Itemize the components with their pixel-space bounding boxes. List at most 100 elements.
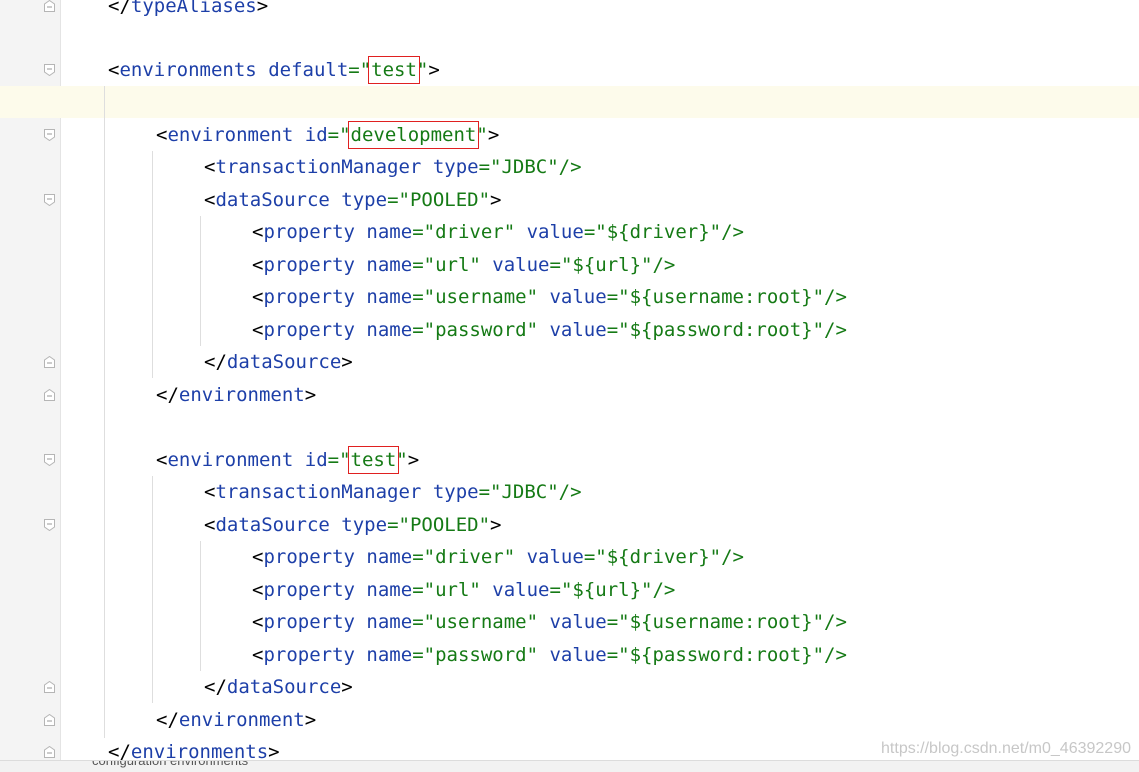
punct: =" [412,644,436,666]
breadcrumb-path[interactable]: configuration environments [92,761,248,768]
punct: " [469,254,493,276]
code-line[interactable]: </dataSource> [204,671,353,703]
punct: " [526,319,550,341]
attr-name: name [366,644,413,666]
indent-guide [200,216,201,346]
fold-start-icon[interactable] [44,129,55,141]
attr-value: driver [435,221,504,243]
breadcrumb[interactable]: configuration environments [0,760,1139,772]
punct: =" [549,254,573,276]
attr-value: password [435,644,527,666]
tag-name: typeAliases [130,0,257,17]
tag-name: environment [167,124,294,146]
punct: " [469,579,493,601]
punct: "/> [709,221,744,243]
punct: < [252,546,264,568]
fold-end-icon[interactable] [44,681,55,693]
punct: "/> [547,156,582,178]
code-line[interactable]: <environments default="test"> [108,54,440,86]
fold-start-icon[interactable] [44,64,55,76]
tag-name: dataSource [226,676,342,698]
attr-value: ${driver} [606,221,710,243]
code-line[interactable]: <dataSource type="POOLED"> [204,184,502,216]
attr-value: url [435,579,470,601]
punct: < [204,514,216,536]
code-line[interactable]: <environment id="test"> [156,444,419,476]
punct: =" [327,449,351,471]
punct: > [407,449,420,471]
punct: < [252,611,264,633]
punct: =" [606,286,630,308]
punct: </ [108,741,131,760]
attr-name: value [549,611,607,633]
fold-start-icon[interactable] [44,519,55,531]
punct: > [428,59,440,81]
code-line[interactable]: <environment id="development"> [156,119,499,151]
code-line[interactable]: <property name="password" value="${passw… [252,639,847,671]
code-editor[interactable]: </typeAliases> <environments default="te… [0,0,1139,760]
punct: " [478,514,491,536]
punct: " [416,59,429,81]
code-line[interactable]: <dataSource type="POOLED"> [204,509,502,541]
code-line[interactable]: <property name="url" value="${url}"/> [252,574,675,606]
fold-start-icon[interactable] [44,194,55,206]
tag-name: environments [119,59,257,81]
punct: </ [204,676,227,698]
fold-start-icon[interactable] [44,454,55,466]
punct: =" [478,156,502,178]
code-line[interactable]: </typeAliases> [108,0,268,22]
tag-name: environment [167,449,294,471]
punct: </ [108,0,131,17]
fold-end-icon[interactable] [44,0,55,12]
punct: "/> [812,319,847,341]
code-line[interactable]: </environment> [156,379,316,411]
code-line[interactable]: <property name="driver" value="${driver}… [252,216,744,248]
attr-value: ${url} [572,254,642,276]
code-line[interactable]: <property name="url" value="${url}"/> [252,249,675,281]
tag-name: dataSource [215,189,330,211]
attr-name: value [549,644,607,666]
punct: > [256,0,269,17]
attr-name: name [366,221,413,243]
punct: =" [412,221,436,243]
tag-name: property [263,319,355,341]
tag-name: property [263,286,355,308]
tag-name: property [263,221,355,243]
code-line[interactable]: </environment> [156,704,316,736]
tag-name: environment [178,384,305,406]
tag-name: transactionManager [215,156,422,178]
code-line[interactable]: </environments> [108,736,280,760]
punct: "/> [641,254,676,276]
punct: < [204,189,216,211]
code-line[interactable]: <property name="username" value="${usern… [252,606,847,638]
fold-end-icon[interactable] [44,746,55,758]
code-line[interactable]: <property name="username" value="${usern… [252,281,847,313]
attr-value: ${password:root} [629,319,813,341]
code-line[interactable]: </dataSource> [204,346,353,378]
attr-name: type [341,514,388,536]
punct: "/> [641,579,676,601]
fold-end-icon[interactable] [44,714,55,726]
fold-end-icon[interactable] [44,356,55,368]
code-line[interactable]: <property name="driver" value="${driver}… [252,541,744,573]
punct: </ [204,351,227,373]
code-line[interactable]: <transactionManager type="JDBC"/> [204,151,582,183]
attr-value: JDBC [501,481,548,503]
attr-value: POOLED [409,514,479,536]
punct: "/> [547,481,582,503]
punct: " [526,611,550,633]
attr-name: value [549,286,607,308]
punct: " [476,124,488,146]
punct: > [304,709,317,731]
punct: < [252,644,264,666]
punct: =" [549,579,573,601]
punct: > [304,384,317,406]
highlighted-attr-value: test [347,446,400,474]
punct: < [252,221,264,243]
fold-end-icon[interactable] [44,389,55,401]
tag-name: property [263,579,355,601]
watermark: https://blog.csdn.net/m0_46392290 [881,740,1131,757]
code-line[interactable]: <property name="password" value="${passw… [252,314,847,346]
code-line[interactable]: <transactionManager type="JDBC"/> [204,476,582,508]
punct: =" [412,254,436,276]
